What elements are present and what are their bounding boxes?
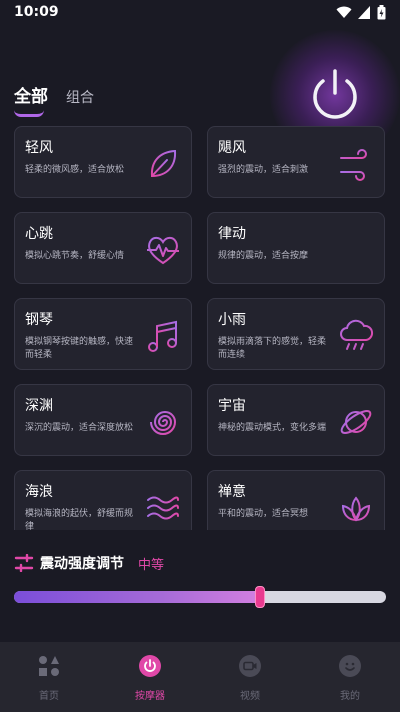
mode-title: 禅意	[218, 484, 246, 500]
mode-desc: 平和的震动，适合冥想	[218, 509, 309, 519]
slider-fill	[14, 591, 260, 603]
mode-desc: 模拟心跳节奏，舒缓心情	[25, 251, 125, 261]
shapes-icon	[39, 656, 59, 676]
battery-icon	[377, 5, 386, 20]
intensity-header: 震动强度调节 中等	[14, 553, 164, 573]
mode-desc: 规律的震动，适合按摩	[218, 251, 309, 261]
soundwave-icon	[342, 233, 371, 267]
mode-desc: 神秘的震动模式，变化多端	[218, 423, 327, 433]
mode-title: 深渊	[25, 398, 53, 414]
mode-desc: 深沉的震动，适合深度放松	[25, 423, 134, 433]
nav-label: 我的	[340, 691, 360, 702]
mode-desc: 轻柔的微风感，适合放松	[25, 165, 125, 175]
nav-label: 按摩器	[135, 691, 165, 702]
intensity-level: 中等	[138, 557, 165, 573]
mode-card-drizzle[interactable]: 小雨 模拟雨滴落下的感觉，轻柔而连续	[207, 298, 385, 370]
mode-desc: 模拟钢琴按键的触感，快速而轻柔	[25, 337, 134, 360]
intensity-slider[interactable]	[14, 586, 386, 608]
intensity-label: 震动强度调节	[40, 556, 124, 572]
status-time: 10:09	[14, 4, 59, 20]
power-button[interactable]	[303, 63, 367, 127]
intensity-panel	[0, 530, 400, 642]
mode-title: 飓风	[218, 140, 246, 156]
lotus-icon	[341, 496, 371, 522]
music-note-icon	[148, 320, 177, 352]
waves-icon	[147, 496, 179, 520]
mode-card-rhythm[interactable]: 律动 规律的震动，适合按摩	[207, 212, 385, 284]
nav-video[interactable]: 视频	[215, 654, 285, 702]
mode-card-hurricane[interactable]: 飓风 强烈的震动，适合刺激	[207, 126, 385, 198]
mode-title: 宇宙	[218, 398, 246, 414]
smiley-icon	[339, 655, 361, 677]
rain-cloud-icon	[340, 319, 374, 350]
mode-title: 钢琴	[25, 312, 53, 328]
planet-icon	[340, 410, 372, 434]
wind-icon	[340, 149, 369, 181]
nav-label: 首页	[39, 691, 59, 702]
power-icon	[139, 655, 161, 677]
mode-title: 律动	[218, 226, 246, 242]
mode-card-universe[interactable]: 宇宙 神秘的震动模式，变化多端	[207, 384, 385, 456]
mode-card-breeze[interactable]: 轻风 轻柔的微风感，适合放松	[14, 126, 192, 198]
mode-card-piano[interactable]: 钢琴 模拟钢琴按键的触感，快速而轻柔	[14, 298, 192, 370]
nav-home[interactable]: 首页	[14, 654, 84, 702]
mode-title: 海浪	[25, 484, 53, 500]
mode-title: 心跳	[25, 226, 53, 242]
leaf-icon	[150, 149, 177, 178]
nav-profile[interactable]: 我的	[315, 654, 385, 702]
mode-desc: 强烈的震动，适合刺激	[218, 165, 309, 175]
nav-label: 视频	[240, 691, 260, 702]
heartbeat-icon	[147, 236, 179, 265]
spiral-icon	[150, 411, 177, 435]
status-icons	[336, 5, 386, 20]
nav-massager[interactable]: 按摩器	[115, 654, 185, 702]
status-bar: 10:09	[0, 0, 400, 26]
tab-bar: 全部 组合	[14, 82, 94, 117]
mode-title: 小雨	[218, 312, 246, 328]
sliders-icon	[14, 554, 34, 572]
mode-title: 轻风	[25, 140, 53, 156]
signal-icon	[358, 6, 370, 19]
slider-thumb[interactable]	[254, 586, 265, 608]
mode-card-heartbeat[interactable]: 心跳 模拟心跳节奏，舒缓心情	[14, 212, 192, 284]
wifi-icon	[336, 6, 352, 18]
tab-combo[interactable]: 组合	[66, 87, 94, 115]
mode-desc: 模拟雨滴落下的感觉，轻柔而连续	[218, 337, 327, 360]
mode-card-abyss[interactable]: 深渊 深沉的震动，适合深度放松	[14, 384, 192, 456]
video-icon	[239, 655, 261, 677]
bottom-nav: 首页 按摩器 视频 我的	[0, 642, 400, 712]
tab-all[interactable]: 全部	[14, 82, 48, 117]
